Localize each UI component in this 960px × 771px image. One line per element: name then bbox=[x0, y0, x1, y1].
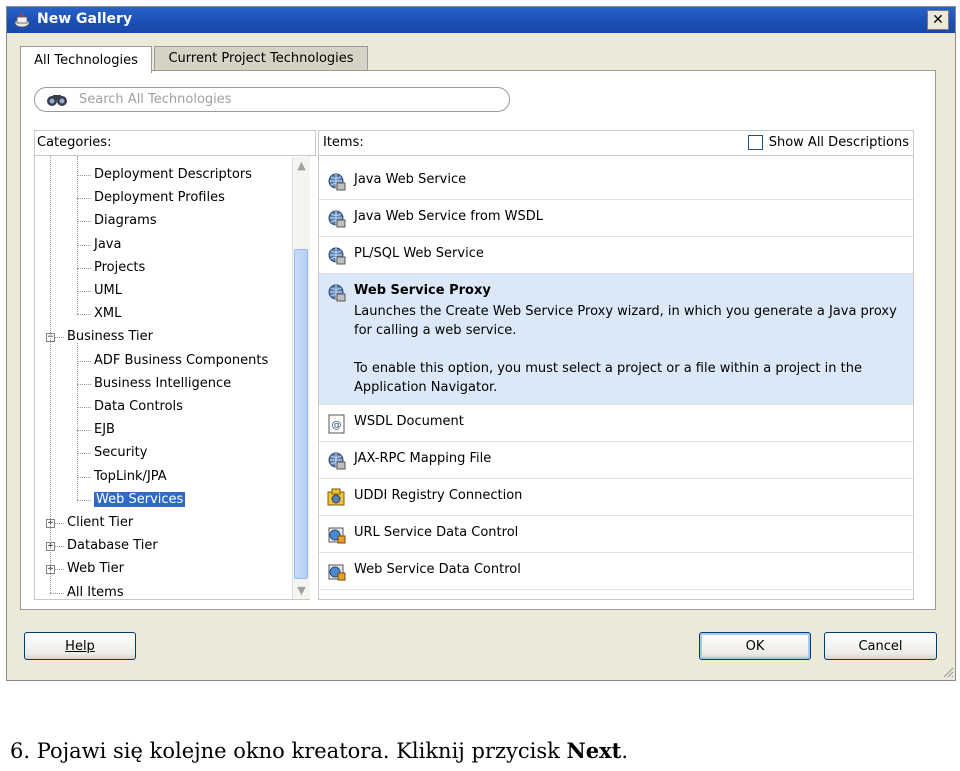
categories-scrollbar[interactable]: ▲ ▼ bbox=[292, 157, 310, 599]
web-service-icon bbox=[327, 451, 347, 471]
category-item[interactable]: Business Intelligence bbox=[94, 374, 231, 394]
category-item[interactable]: Projects bbox=[94, 258, 145, 278]
gallery-item-label: URL Service Data Control bbox=[354, 525, 519, 540]
gallery-item[interactable]: JAX-RPC Mapping File bbox=[319, 442, 913, 479]
gallery-item[interactable]: @ WSDL Document bbox=[319, 405, 913, 442]
tree-connector bbox=[77, 499, 91, 501]
resize-grip-icon[interactable] bbox=[942, 666, 954, 678]
category-item[interactable]: TopLink/JPA bbox=[94, 467, 167, 487]
tree-guide bbox=[77, 343, 78, 500]
help-button[interactable]: Help bbox=[24, 632, 136, 660]
categories-header: Categories: bbox=[34, 130, 316, 156]
binoculars-search-icon bbox=[47, 95, 67, 106]
show-all-descriptions-label: Show All Descriptions bbox=[768, 135, 909, 150]
category-item[interactable]: ADF Business Components bbox=[94, 351, 268, 371]
category-item[interactable]: Web Tier bbox=[67, 559, 124, 579]
search-box bbox=[34, 87, 510, 112]
category-item[interactable]: Deployment Profiles bbox=[94, 188, 225, 208]
category-item[interactable]: XML bbox=[94, 304, 121, 324]
category-item[interactable]: Java bbox=[94, 235, 121, 255]
web-service-icon bbox=[327, 283, 347, 303]
category-item[interactable]: Business Tier bbox=[67, 327, 153, 347]
gallery-item-label: UDDI Registry Connection bbox=[354, 488, 523, 503]
items-header-label: Items: bbox=[323, 135, 364, 150]
search-input[interactable] bbox=[79, 91, 499, 108]
tree-connector bbox=[77, 476, 91, 478]
gallery-item[interactable]: Java Web Service bbox=[319, 156, 913, 200]
scroll-thumb[interactable] bbox=[294, 249, 308, 579]
gallery-item-label: Java Web Service bbox=[354, 172, 467, 187]
category-item[interactable]: Data Controls bbox=[94, 397, 183, 417]
item-description-note: To enable this option, you must select a… bbox=[354, 361, 862, 395]
tab-all-technologies[interactable]: All Technologies bbox=[20, 46, 152, 73]
wsdl-document-icon: @ bbox=[327, 414, 347, 434]
svg-text:@: @ bbox=[332, 420, 342, 431]
show-all-descriptions-checkbox[interactable] bbox=[747, 135, 763, 150]
category-item[interactable]: UML bbox=[94, 281, 122, 301]
gallery-item[interactable]: Java Web Service from WSDL bbox=[319, 200, 913, 237]
category-item[interactable]: Deployment Descriptors bbox=[94, 165, 252, 185]
cancel-button[interactable]: Cancel bbox=[824, 632, 937, 660]
category-item[interactable]: Diagrams bbox=[94, 211, 157, 231]
tree-connector bbox=[77, 291, 91, 292]
uddi-connection-icon bbox=[327, 488, 347, 508]
gallery-item[interactable]: Web Service Data Control bbox=[319, 553, 913, 590]
web-service-icon bbox=[327, 246, 347, 266]
gallery-item-label: Java Web Service from WSDL bbox=[354, 209, 543, 224]
gallery-item-label: Web Service Data Control bbox=[354, 562, 521, 577]
jdeveloper-cup-icon bbox=[14, 12, 30, 28]
tree-connector bbox=[50, 592, 64, 594]
tree-connector bbox=[77, 175, 91, 176]
item-description: Launches the Create Web Service Proxy wi… bbox=[354, 304, 897, 338]
scroll-down-arrow-icon[interactable]: ▼ bbox=[293, 582, 310, 599]
window-title: New Gallery bbox=[37, 11, 133, 27]
tab-current-project-technologies[interactable]: Current Project Technologies bbox=[154, 46, 368, 71]
tree-connector bbox=[77, 244, 91, 246]
tree-connector bbox=[77, 383, 91, 385]
ok-button[interactable]: OK bbox=[699, 632, 811, 660]
close-icon: ✕ bbox=[932, 12, 944, 28]
tree-connector bbox=[77, 360, 91, 362]
tree-guide bbox=[77, 156, 78, 315]
items-header: Items: Show All Descriptions bbox=[318, 130, 914, 156]
tree-connector bbox=[77, 453, 91, 455]
gallery-item-label: WSDL Document bbox=[354, 414, 464, 429]
show-all-descriptions[interactable]: Show All Descriptions bbox=[747, 135, 909, 150]
gallery-item[interactable]: PL/SQL Web Service bbox=[319, 237, 913, 274]
gallery-item[interactable]: UDDI Registry Connection bbox=[319, 479, 913, 516]
tree-connector bbox=[77, 198, 91, 200]
category-item[interactable]: Database Tier bbox=[67, 536, 158, 556]
gallery-item-label: PL/SQL Web Service bbox=[354, 246, 484, 261]
tree-guide bbox=[50, 156, 51, 593]
category-item[interactable]: EJB bbox=[94, 420, 115, 440]
gallery-item[interactable]: URL Service Data Control bbox=[319, 516, 913, 553]
data-control-icon bbox=[327, 525, 347, 545]
title-bar: New Gallery ✕ bbox=[7, 7, 955, 33]
gallery-item-label: JAX-RPC Mapping File bbox=[354, 451, 492, 466]
category-item[interactable]: Client Tier bbox=[67, 513, 133, 533]
gallery-item-label: Web Service Proxy bbox=[354, 283, 491, 298]
tree-connector bbox=[77, 267, 91, 269]
category-item[interactable]: Security bbox=[94, 443, 147, 463]
gallery-item[interactable]: Web Service Proxy Launches the Create Web… bbox=[319, 274, 913, 405]
categories-tree: Deployment Descriptors Deployment Profile… bbox=[34, 156, 310, 600]
data-control-icon bbox=[327, 562, 347, 582]
tree-connector bbox=[77, 314, 91, 316]
web-service-icon bbox=[327, 209, 347, 229]
category-item[interactable]: Web Services bbox=[94, 490, 186, 510]
web-service-icon bbox=[327, 172, 347, 192]
close-button[interactable]: ✕ bbox=[927, 10, 949, 30]
tree-connector bbox=[77, 430, 91, 432]
scroll-up-arrow-icon[interactable]: ▲ bbox=[293, 157, 310, 174]
instruction-caption: 6. Pojawi się kolejne okno kreatora. Kli… bbox=[10, 738, 628, 763]
tree-connector bbox=[77, 221, 91, 223]
category-item[interactable]: All Items bbox=[67, 583, 124, 599]
items-list: Java Web Service Java Web Service from WS… bbox=[318, 156, 914, 600]
tree-connector bbox=[77, 407, 91, 408]
